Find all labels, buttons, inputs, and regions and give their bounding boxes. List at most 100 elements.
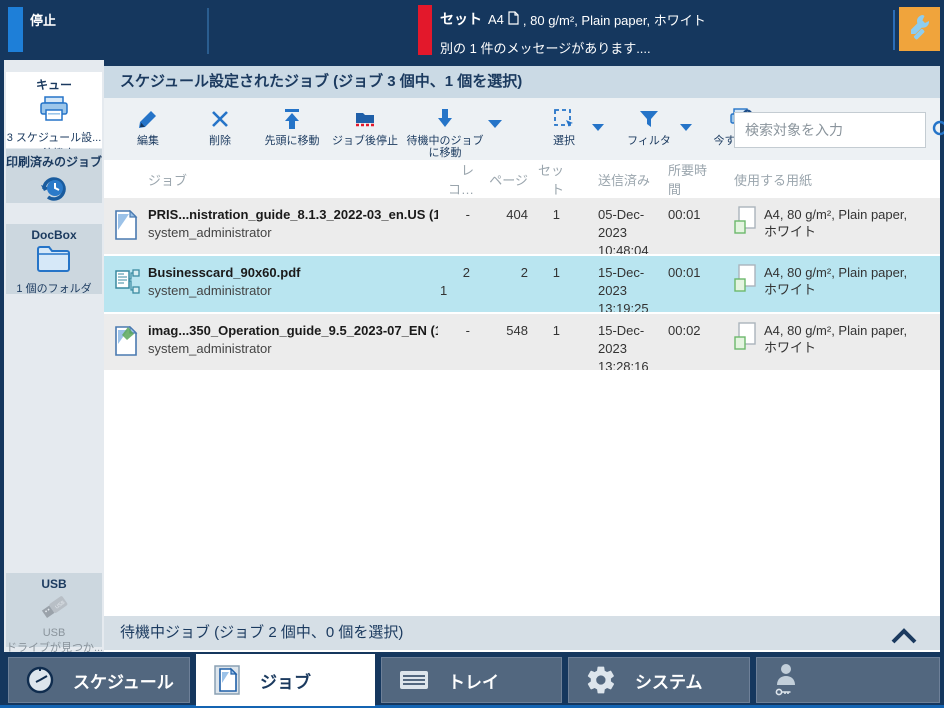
more-actions-dropdown[interactable]: [488, 120, 502, 128]
gear-icon: [585, 664, 617, 696]
tray-icon: [398, 668, 430, 692]
job-sets: 1: [552, 265, 560, 280]
job-records: -: [465, 323, 470, 338]
job-name: imag...350_Operation_guide_9.5_2023-07_E…: [148, 323, 438, 338]
edit-button[interactable]: 編集: [112, 98, 184, 147]
job-name: PRIS...nistration_guide_8.1.3_2022-03_en…: [148, 207, 438, 222]
media-sheet-icon: [734, 264, 758, 298]
select-label: 選択: [553, 135, 575, 147]
sidebar-item-printed-jobs[interactable]: 印刷済みのジョブ: [6, 149, 102, 203]
job-owner: system_administrator: [148, 283, 272, 298]
arrow-up-bar-icon: [282, 107, 302, 131]
job-owner: system_administrator: [148, 341, 272, 356]
media-line2: ホワイト: [764, 224, 817, 239]
col-header-submitted: 送信済み: [598, 172, 651, 188]
search-icon[interactable]: [930, 118, 944, 142]
delete-button[interactable]: 削除: [184, 98, 256, 147]
move-to-waiting-button[interactable]: 待機中のジョブ に移動: [402, 98, 488, 159]
tab-schedule-label: スケジュール: [73, 672, 174, 692]
col-header-records: レコ…: [447, 163, 474, 197]
tab-trays[interactable]: トレイ: [381, 657, 562, 703]
job-records: -: [465, 207, 470, 222]
job-sets: 1: [552, 207, 560, 222]
job-media: A4, 80 g/m², Plain paper, ホワイト: [718, 314, 940, 356]
main-tab-bar: スケジュール ジョブ トレイ システム: [0, 652, 944, 708]
set-label: セット: [440, 11, 482, 27]
usb-status-line1: USB: [42, 627, 66, 639]
docbox-folder-count: 1 個のフォルダ: [16, 283, 92, 295]
tab-jobs-label: ジョブ: [260, 672, 311, 692]
arrow-down-icon: [435, 107, 455, 131]
job-pages: 2: [520, 265, 528, 280]
printer-console: 停止 セット A4 , 80 g/m², Plain paper, ホワイト 別…: [0, 0, 944, 708]
move-to-top-label: 先頭に移動: [264, 135, 320, 147]
media-line1: A4, 80 g/m², Plain paper,: [764, 265, 908, 280]
filter-dropdown[interactable]: [680, 124, 692, 131]
sidebar-item-queue[interactable]: キュー 3 スケジュール設... 2 待機中: [6, 72, 102, 160]
filter-button[interactable]: フィルタ: [618, 98, 680, 147]
delete-x-icon: [210, 107, 230, 131]
pdf-document-icon: [110, 198, 148, 243]
alert-indicator: [418, 5, 432, 55]
sidebar-item-usb[interactable]: USB USB USB ドライブが見つか...: [6, 573, 102, 654]
clock-icon: [25, 665, 55, 695]
waiting-jobs-title: 待機中ジョブ (ジョブ 2 個中、0 個を選択): [120, 624, 404, 641]
media-line2: ホワイト: [764, 340, 817, 355]
more-messages-link[interactable]: 別の 1 件のメッセージがあります....: [440, 38, 651, 57]
edit-label: 編集: [137, 135, 159, 147]
col-header-duration: 所要時間: [668, 163, 708, 197]
select-button[interactable]: 選択: [536, 98, 592, 147]
toolbox-divider: [893, 10, 895, 50]
status-bar: 停止 セット A4 , 80 g/m², Plain paper, ホワイト 別…: [0, 0, 944, 60]
move-to-top-button[interactable]: 先頭に移動: [256, 98, 328, 147]
status-divider: [207, 8, 209, 54]
tab-system[interactable]: システム: [568, 657, 750, 703]
user-key-icon: [773, 661, 803, 699]
jobs-table-header: ジョブ レコ… ページ セット 送信済み 所要時間 使用する用紙: [104, 160, 940, 198]
media-line1: A4, 80 g/m², Plain paper,: [764, 323, 908, 338]
waiting-jobs-bar[interactable]: 待機中ジョブ (ジョブ 2 個中、0 個を選択): [104, 616, 940, 650]
wrench-icon: [907, 12, 933, 47]
tab-user-login[interactable]: [756, 657, 940, 703]
printer-status-label: 停止: [30, 13, 57, 28]
col-header-sets: セット: [537, 163, 564, 197]
variable-data-document-icon: [110, 256, 148, 299]
col-header-job: ジョブ: [148, 172, 188, 188]
usb-title: USB: [41, 577, 67, 591]
job-media: A4, 80 g/m², Plain paper, ホワイト: [718, 198, 940, 240]
printer-status-indicator: [8, 7, 23, 52]
usb-drive-icon: USB: [6, 594, 102, 625]
filter-label: フィルタ: [627, 135, 671, 147]
select-dropdown[interactable]: [592, 124, 604, 131]
folder-icon: [6, 245, 102, 278]
queue-title: キュー: [35, 78, 72, 92]
document-icon: [212, 663, 242, 697]
stop-after-job-icon: [353, 107, 377, 131]
table-row-selected[interactable]: Businesscard_90x60.pdf system_administra…: [104, 256, 940, 312]
pdf-edited-document-icon: [110, 314, 148, 359]
table-row[interactable]: imag...350_Operation_guide_9.5_2023-07_E…: [104, 314, 940, 370]
printed-jobs-title: 印刷済みのジョブ: [6, 155, 103, 169]
job-submitted: 15-Dec- 2023 13:28:16: [598, 323, 649, 370]
media-line1: A4, 80 g/m², Plain paper,: [764, 207, 908, 222]
search-input[interactable]: [735, 122, 930, 138]
scheduled-jobs-panel: スケジュール設定されたジョブ (ジョブ 3 個中、1 個を選択) 編集 削除 先…: [104, 66, 944, 652]
job-duration: 00:01: [668, 265, 701, 280]
job-records: 2 1: [440, 265, 470, 298]
sidebar-item-docbox[interactable]: DocBox 1 個のフォルダ: [6, 224, 102, 295]
media-set-message: セット A4 , 80 g/m², Plain paper, ホワイト: [440, 9, 706, 29]
queue-sidebar: キュー 3 スケジュール設... 2 待機中 印刷済みのジョブ: [4, 60, 104, 654]
maintenance-button[interactable]: [899, 7, 940, 51]
job-media: A4, 80 g/m², Plain paper, ホワイト: [718, 256, 940, 298]
panel-title: スケジュール設定されたジョブ (ジョブ 3 個中、1 個を選択): [104, 66, 940, 98]
table-row[interactable]: PRIS...nistration_guide_8.1.3_2022-03_en…: [104, 198, 940, 254]
move-to-waiting-label-2: に移動: [428, 147, 462, 159]
jobs-toolbar: 編集 削除 先頭に移動 ジョブ後停止 待機中のジョブ に移動 選択 フィルタ 検…: [104, 98, 944, 160]
media-sheet-icon: [734, 206, 758, 240]
queue-scheduled-count: 3 スケジュール設...: [6, 132, 102, 144]
tab-schedule[interactable]: スケジュール: [8, 657, 190, 703]
stop-after-job-button[interactable]: ジョブ後停止: [328, 98, 402, 147]
tab-jobs[interactable]: ジョブ: [196, 654, 375, 706]
filter-funnel-icon: [639, 107, 659, 131]
job-pages: 548: [506, 323, 528, 338]
